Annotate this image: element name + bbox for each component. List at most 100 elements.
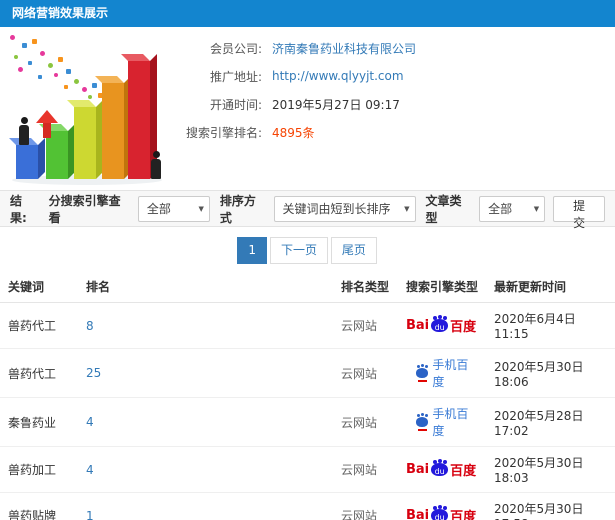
engine-type-cell: Baidu百度 手机百度 bbox=[398, 446, 486, 493]
filter-bar: 结果: 分搜索引擎查看 全部 排序方式 关键词由短到长排序 文章类型 全部 提交 bbox=[0, 190, 615, 230]
baidu-paw-icon: du bbox=[431, 316, 449, 332]
header-updated: 最新更新时间 bbox=[486, 271, 615, 303]
baidu-logo: Bai du 百度 bbox=[406, 460, 476, 479]
engine-type-cell: Baidu百度 手机百度 bbox=[398, 397, 486, 447]
header-rank: 排名 bbox=[78, 271, 333, 303]
updated-cell: 2020年5月28日 17:02 bbox=[486, 397, 615, 447]
promo-url-link[interactable]: http://www.qlyyjt.com bbox=[272, 69, 404, 83]
mobile-baidu-logo: 手机百度 bbox=[416, 356, 478, 390]
header-engine-type: 搜索引擎类型 bbox=[398, 271, 486, 303]
baidu-paw-icon: du bbox=[431, 506, 449, 520]
promo-url-field: 推广地址: http://www.qlyyjt.com bbox=[176, 62, 416, 90]
rank-cell: 25 bbox=[78, 348, 333, 398]
article-type-label: 文章类型 bbox=[425, 193, 462, 225]
keyword-cell: 兽药加工 bbox=[0, 446, 78, 493]
bar-blue bbox=[9, 138, 45, 179]
baidu-bai-text: Bai bbox=[406, 462, 430, 477]
bar-red bbox=[121, 54, 157, 179]
updated-cell: 2020年6月4日 11:15 bbox=[486, 302, 615, 349]
table-row: 兽药贴牌 1 云网站 Baidu百度 手机百度 2020年5月30日 17:58 bbox=[0, 492, 615, 520]
open-time-value: 2019年5月27日 09:17 bbox=[272, 97, 400, 112]
keyword-ranking-table: 关键词 排名 排名类型 搜索引擎类型 最新更新时间 兽药代工 8 云网站 Bai… bbox=[0, 271, 615, 520]
engine-rank-value: 4895条 bbox=[272, 125, 315, 140]
rank-link[interactable]: 1 bbox=[86, 509, 94, 520]
baidu-logo: Bai du 百度 bbox=[406, 506, 476, 520]
rank-cell: 4 bbox=[78, 446, 333, 493]
keyword-cell: 兽药代工 bbox=[0, 302, 78, 349]
rank-type-cell: 云网站 bbox=[333, 348, 398, 398]
engine-view-label: 分搜索引擎查看 bbox=[48, 193, 121, 225]
table-row: 兽药代工 8 云网站 Baidu百度 手机百度 2020年6月4日 11:15 bbox=[0, 302, 615, 349]
engine-rank-field: 搜索引擎排名: 4895条 bbox=[176, 118, 416, 146]
engine-type-cell: Baidu百度 手机百度 bbox=[398, 302, 486, 349]
marketing-chart-illustration bbox=[4, 31, 172, 186]
header-rank-type: 排名类型 bbox=[333, 271, 398, 303]
table-header-row: 关键词 排名 排名类型 搜索引擎类型 最新更新时间 bbox=[0, 271, 615, 303]
engine-filter-dropdown: 全部 bbox=[137, 195, 210, 222]
bar-orange bbox=[95, 76, 131, 179]
table-row: 兽药加工 4 云网站 Baidu百度 手机百度 2020年5月30日 18:03 bbox=[0, 446, 615, 493]
next-page-button[interactable]: 下一页 bbox=[269, 237, 328, 264]
updated-cell: 2020年5月30日 17:58 bbox=[486, 492, 615, 520]
baidu-bai-text: Bai bbox=[406, 508, 430, 520]
info-section: 会员公司: 济南秦鲁药业科技有限公司 推广地址: http://www.qlyy… bbox=[0, 27, 615, 190]
businessman-figure-right bbox=[150, 151, 162, 179]
member-company-link[interactable]: 济南秦鲁药业科技有限公司 bbox=[272, 40, 416, 57]
pagination: 1 下一页 尾页 bbox=[0, 227, 615, 271]
updated-cell: 2020年5月30日 18:06 bbox=[486, 348, 615, 398]
member-company-field: 会员公司: 济南秦鲁药业科技有限公司 bbox=[176, 34, 416, 62]
bar-yellow bbox=[67, 100, 103, 179]
baidu-cn-text: 百度 bbox=[450, 464, 477, 479]
last-page-button[interactable]: 尾页 bbox=[330, 237, 377, 264]
bar-green bbox=[39, 124, 75, 179]
sort-select[interactable]: 关键词由短到长排序 bbox=[273, 195, 416, 222]
open-time-label: 开通时间: bbox=[209, 97, 262, 112]
page-title-bar: 网络营销效果展示 bbox=[0, 0, 615, 27]
promo-url-label: 推广地址: bbox=[209, 69, 262, 84]
rank-link[interactable]: 25 bbox=[86, 366, 101, 380]
page-title: 网络营销效果展示 bbox=[12, 6, 109, 20]
page-1-button[interactable]: 1 bbox=[237, 237, 268, 264]
baidu-paw-icon: du bbox=[431, 460, 449, 476]
keyword-cell: 兽药代工 bbox=[0, 348, 78, 398]
rank-cell: 4 bbox=[78, 397, 333, 447]
engine-type-cell: Baidu百度 手机百度 bbox=[398, 348, 486, 398]
header-keyword: 关键词 bbox=[0, 271, 78, 303]
sort-label: 排序方式 bbox=[219, 193, 256, 225]
engine-filter-select[interactable]: 全部 bbox=[137, 195, 210, 222]
article-type-dropdown: 全部 bbox=[479, 195, 546, 222]
rank-type-cell: 云网站 bbox=[333, 492, 398, 520]
mobile-baidu-paw-icon bbox=[416, 365, 429, 382]
submit-button[interactable]: 提交 bbox=[553, 195, 605, 230]
rank-cell: 1 bbox=[78, 492, 333, 520]
baidu-bai-text: Bai bbox=[406, 318, 430, 333]
rank-link[interactable]: 4 bbox=[86, 415, 94, 429]
rank-type-cell: 云网站 bbox=[333, 302, 398, 349]
businessman-figure-left bbox=[18, 117, 30, 145]
sort-dropdown: 关键词由短到长排序 bbox=[273, 195, 416, 222]
keyword-cell: 秦鲁药业 bbox=[0, 397, 78, 447]
baidu-cn-text: 百度 bbox=[450, 320, 477, 335]
rank-type-cell: 云网站 bbox=[333, 397, 398, 447]
rank-link[interactable]: 4 bbox=[86, 463, 94, 477]
engine-type-cell: Baidu百度 手机百度 bbox=[398, 492, 486, 520]
baidu-du-text: du bbox=[434, 323, 445, 332]
baidu-du-text: du bbox=[434, 513, 445, 520]
keyword-cell: 兽药贴牌 bbox=[0, 492, 78, 520]
member-company-label: 会员公司: bbox=[209, 41, 262, 56]
table-row: 秦鲁药业 4 云网站 Baidu百度 手机百度 2020年5月28日 17:02 bbox=[0, 397, 615, 447]
rank-type-cell: 云网站 bbox=[333, 446, 398, 493]
baidu-du-text: du bbox=[434, 467, 445, 476]
baidu-cn-text: 百度 bbox=[450, 510, 477, 520]
company-info-fields: 会员公司: 济南秦鲁药业科技有限公司 推广地址: http://www.qlyy… bbox=[176, 34, 416, 146]
baidu-logo: Bai du 百度 bbox=[406, 316, 476, 335]
result-label: 结果: bbox=[10, 193, 27, 225]
mobile-baidu-paw-icon bbox=[416, 414, 429, 431]
rank-cell: 8 bbox=[78, 302, 333, 349]
red-up-arrow-icon bbox=[36, 110, 58, 138]
mobile-baidu-logo: 手机百度 bbox=[416, 405, 478, 439]
updated-cell: 2020年5月30日 18:03 bbox=[486, 446, 615, 493]
mobile-baidu-text: 手机百度 bbox=[432, 358, 469, 389]
article-type-select[interactable]: 全部 bbox=[479, 195, 546, 222]
rank-link[interactable]: 8 bbox=[86, 319, 94, 333]
